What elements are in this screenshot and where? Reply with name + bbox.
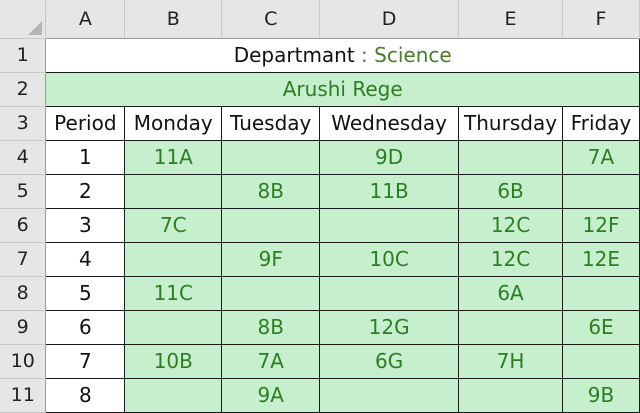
timetable-row: 9 6 8B 12G 6E	[0, 309, 640, 345]
column-header-e[interactable]: E	[458, 0, 564, 39]
class-cell-thursday[interactable]: 6B	[458, 173, 564, 209]
period-cell[interactable]: 2	[45, 173, 126, 209]
class-cell-tuesday[interactable]	[221, 139, 321, 175]
department-value: Science	[374, 43, 452, 67]
class-cell-friday[interactable]: 12E	[562, 241, 640, 277]
class-cell-friday[interactable]: 7A	[562, 139, 640, 175]
row-header[interactable]: 5	[0, 174, 47, 209]
class-cell-thursday[interactable]: 12C	[458, 207, 564, 243]
row-header[interactable]: 1	[0, 38, 47, 73]
class-cell-friday[interactable]	[562, 275, 640, 311]
row-header[interactable]: 10	[0, 344, 47, 379]
class-cell-friday[interactable]: 6E	[562, 309, 640, 345]
class-cell-monday[interactable]	[124, 377, 223, 413]
sheet-row: 2 Arushi Rege	[0, 71, 640, 107]
column-header-c[interactable]: C	[221, 0, 321, 39]
class-cell-tuesday[interactable]	[221, 275, 321, 311]
row-header[interactable]: 11	[0, 378, 47, 413]
class-cell-friday[interactable]	[562, 343, 640, 379]
class-cell-thursday[interactable]	[458, 309, 564, 345]
select-all-button[interactable]	[0, 0, 47, 39]
period-cell[interactable]: 7	[45, 343, 126, 379]
class-cell-monday[interactable]: 7C	[124, 207, 223, 243]
column-header-f[interactable]: F	[562, 0, 640, 39]
class-cell-monday[interactable]	[124, 173, 223, 209]
header-cell-monday[interactable]: Monday	[124, 105, 223, 141]
column-header-d[interactable]: D	[319, 0, 460, 39]
period-cell[interactable]: 1	[45, 139, 126, 175]
timetable-row: 8 5 11C 6A	[0, 275, 640, 311]
timetable-row: 4 1 11A 9D 7A	[0, 139, 640, 175]
class-cell-tuesday[interactable]	[221, 207, 321, 243]
class-cell-tuesday[interactable]: 7A	[221, 343, 321, 379]
timetable-header-row: 3 Period Monday Tuesday Wednesday Thursd…	[0, 105, 640, 141]
class-cell-wednesday[interactable]: 10C	[319, 241, 460, 277]
row-header[interactable]: 2	[0, 72, 47, 107]
timetable-row: 5 2 8B 11B 6B	[0, 173, 640, 209]
row-header[interactable]: 9	[0, 310, 47, 345]
column-header-b[interactable]: B	[124, 0, 223, 39]
class-cell-thursday[interactable]: 12C	[458, 241, 564, 277]
class-cell-tuesday[interactable]: 9A	[221, 377, 321, 413]
sheet-row: 1 Departmant : Science	[0, 37, 640, 73]
row-header[interactable]: 4	[0, 140, 47, 175]
class-cell-monday[interactable]: 11C	[124, 275, 223, 311]
class-cell-friday[interactable]: 12F	[562, 207, 640, 243]
header-cell-period[interactable]: Period	[45, 105, 126, 141]
department-title-cell[interactable]: Departmant : Science	[45, 37, 640, 73]
class-cell-monday[interactable]: 10B	[124, 343, 223, 379]
period-cell[interactable]: 5	[45, 275, 126, 311]
class-cell-friday[interactable]	[562, 173, 640, 209]
department-label: Departmant	[233, 43, 355, 67]
class-cell-thursday[interactable]	[458, 139, 564, 175]
teacher-name-cell[interactable]: Arushi Rege	[45, 71, 640, 107]
class-cell-wednesday[interactable]: 11B	[319, 173, 460, 209]
class-cell-monday[interactable]	[124, 309, 223, 345]
header-cell-tuesday[interactable]: Tuesday	[221, 105, 321, 141]
row-header[interactable]: 6	[0, 208, 47, 243]
timetable-row: 6 3 7C 12C 12F	[0, 207, 640, 243]
period-cell[interactable]: 4	[45, 241, 126, 277]
class-cell-wednesday[interactable]	[319, 275, 460, 311]
class-cell-tuesday[interactable]: 8B	[221, 309, 321, 345]
header-cell-friday[interactable]: Friday	[562, 105, 640, 141]
class-cell-tuesday[interactable]: 9F	[221, 241, 321, 277]
period-cell[interactable]: 8	[45, 377, 126, 413]
period-cell[interactable]: 6	[45, 309, 126, 345]
class-cell-wednesday[interactable]: 6G	[319, 343, 460, 379]
column-header-row: A B C D E F	[0, 0, 640, 39]
class-cell-wednesday[interactable]	[319, 377, 460, 413]
class-cell-monday[interactable]: 11A	[124, 139, 223, 175]
timetable-row: 11 8 9A 9B	[0, 377, 640, 413]
period-cell[interactable]: 3	[45, 207, 126, 243]
class-cell-wednesday[interactable]: 12G	[319, 309, 460, 345]
class-cell-thursday[interactable]	[458, 377, 564, 413]
department-separator: :	[354, 43, 375, 67]
header-cell-wednesday[interactable]: Wednesday	[319, 105, 460, 141]
spreadsheet-grid: A B C D E F 1 Departmant : Science 2 Aru…	[0, 0, 640, 413]
class-cell-wednesday[interactable]: 9D	[319, 139, 460, 175]
class-cell-tuesday[interactable]: 8B	[221, 173, 321, 209]
class-cell-monday[interactable]	[124, 241, 223, 277]
class-cell-friday[interactable]: 9B	[562, 377, 640, 413]
select-all-icon	[28, 20, 43, 35]
timetable-row: 10 7 10B 7A 6G 7H	[0, 343, 640, 379]
header-cell-thursday[interactable]: Thursday	[458, 105, 564, 141]
timetable-row: 7 4 9F 10C 12C 12E	[0, 241, 640, 277]
class-cell-wednesday[interactable]	[319, 207, 460, 243]
column-header-a[interactable]: A	[45, 0, 126, 39]
row-header[interactable]: 7	[0, 242, 47, 277]
row-header[interactable]: 3	[0, 106, 47, 141]
row-header[interactable]: 8	[0, 276, 47, 311]
class-cell-thursday[interactable]: 6A	[458, 275, 564, 311]
class-cell-thursday[interactable]: 7H	[458, 343, 564, 379]
